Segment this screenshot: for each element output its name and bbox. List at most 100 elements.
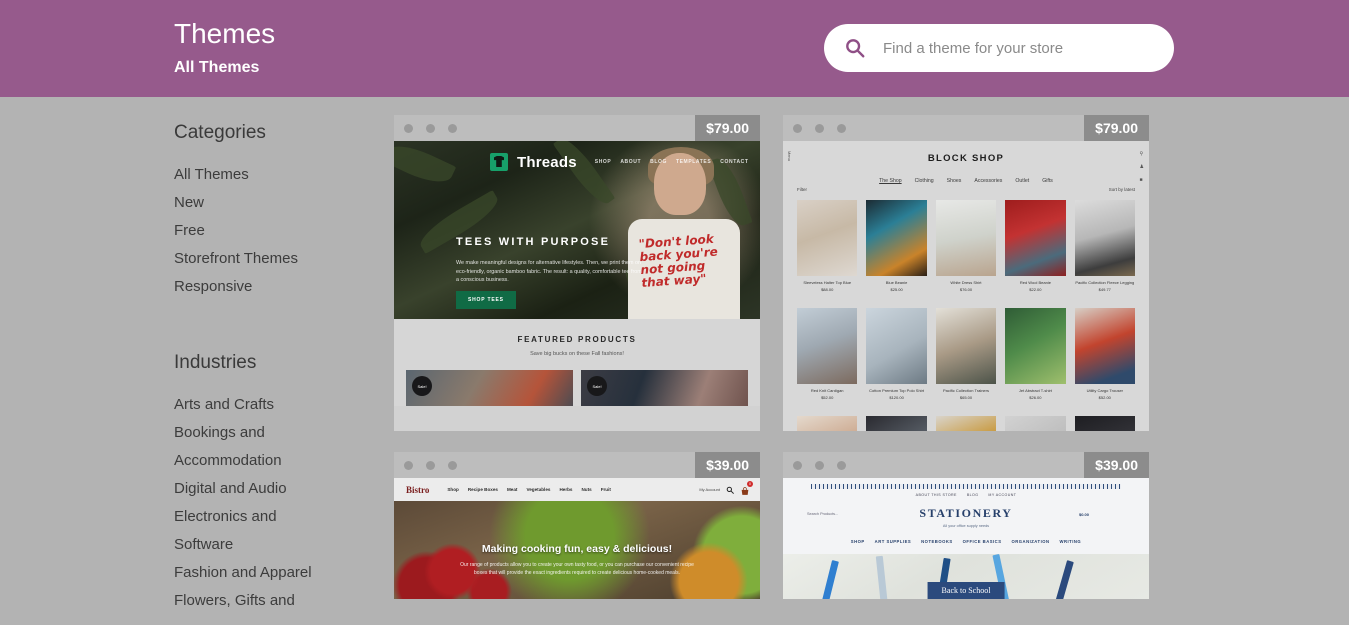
window-dot-icon bbox=[404, 460, 413, 470]
nav-link-art-supplies[interactable]: ART SUPPLIES bbox=[875, 539, 911, 544]
tshirt-logo-icon bbox=[490, 153, 508, 171]
nav-link-writing[interactable]: WRITING bbox=[1060, 539, 1082, 544]
nav-link-recipe-boxes[interactable]: Recipe Boxes bbox=[468, 487, 498, 492]
header-titles: Themes All Themes bbox=[174, 17, 275, 79]
nav-link-shop[interactable]: SHOP bbox=[595, 159, 612, 165]
page-subtitle: All Themes bbox=[174, 59, 260, 76]
product-tile[interactable]: Cotton Premium Top Polo Shirt $120.00 bbox=[866, 308, 927, 400]
product-tile[interactable]: Pacific Collection Fleece Legging $49.77 bbox=[1074, 200, 1135, 292]
product-thumbnail bbox=[866, 416, 927, 431]
theme-card-threads[interactable]: $79.00 "Don't look back you're not going… bbox=[394, 115, 760, 431]
theme-card-stationery[interactable]: $39.00 ABOUT THIS STORE BLOG MY ACCOUNT … bbox=[783, 452, 1149, 599]
product-tile[interactable]: Red Knit Cardigan $52.00 bbox=[797, 308, 858, 400]
page-title: Themes bbox=[174, 18, 276, 49]
pencil-decor bbox=[1051, 560, 1074, 599]
nav-link-outlet[interactable]: Outlet bbox=[1015, 178, 1029, 184]
nav-link-about[interactable]: ABOUT bbox=[620, 159, 641, 165]
sidebar-item-arts-and-crafts[interactable]: Arts and Crafts bbox=[174, 391, 324, 419]
theme-card-bistro[interactable]: $39.00 Bistro Shop Recipe Boxes Meat Veg… bbox=[394, 452, 760, 599]
sidebar-item-free[interactable]: Free bbox=[174, 217, 324, 245]
nav-link-office-basics[interactable]: OFFICE BASICS bbox=[963, 539, 1002, 544]
nav-link-organization[interactable]: ORGANIZATION bbox=[1012, 539, 1050, 544]
bistro-utility: My Account 0 bbox=[699, 481, 753, 495]
top-link-my-account[interactable]: MY ACCOUNT bbox=[988, 493, 1016, 497]
cart-icon[interactable]: ■ bbox=[1140, 177, 1144, 183]
product-tile[interactable]: Blue Beanie $25.00 bbox=[866, 200, 927, 292]
nav-link-vegetables[interactable]: Vegetables bbox=[526, 487, 550, 492]
nav-link-meat[interactable]: Meat bbox=[507, 487, 517, 492]
product-price: $52.00 bbox=[821, 395, 834, 400]
product-thumbnail bbox=[797, 308, 858, 384]
product-tile[interactable]: Sleeveless Halter Top Blue $88.00 bbox=[797, 200, 858, 292]
product-tile[interactable] bbox=[935, 416, 997, 431]
theme-preview-threads: "Don't look back you're not going that w… bbox=[394, 141, 760, 406]
nav-link-notebooks[interactable]: NOTEBOOKS bbox=[921, 539, 953, 544]
nav-link-herbs[interactable]: Herbs bbox=[559, 487, 572, 492]
nav-link-gifts[interactable]: Gifts bbox=[1042, 178, 1053, 184]
nav-link-fruit[interactable]: Fruit bbox=[601, 487, 611, 492]
featured-product-image[interactable]: Sale! bbox=[581, 370, 748, 406]
nav-link-clothing[interactable]: Clothing bbox=[915, 178, 934, 184]
sidebar-item-electronics-and-software[interactable]: Electronics and Software bbox=[174, 503, 324, 559]
product-tile[interactable]: White Dress Shirt $76.00 bbox=[935, 200, 997, 292]
sidebar-item-all-themes[interactable]: All Themes bbox=[174, 161, 324, 189]
product-tile[interactable]: Jet Abstract T-shirt $26.00 bbox=[1005, 308, 1066, 400]
nav-link-templates[interactable]: TEMPLATES bbox=[676, 159, 711, 165]
product-thumbnail bbox=[1074, 416, 1135, 431]
product-thumbnail bbox=[1074, 200, 1135, 276]
product-thumbnail bbox=[866, 200, 927, 276]
nav-link-nuts[interactable]: Nuts bbox=[581, 487, 591, 492]
product-tile[interactable] bbox=[1074, 416, 1135, 431]
product-tile[interactable]: Pacific Collection Trainers $65.00 bbox=[935, 308, 997, 400]
sort-label[interactable]: Sort by latest bbox=[1109, 187, 1135, 192]
block-shop-navbar: The Shop Clothing Shoes Accessories Outl… bbox=[797, 178, 1135, 184]
stationery-hero: Back to School bbox=[783, 554, 1149, 599]
search-icon[interactable] bbox=[726, 486, 734, 494]
nav-link-the-shop[interactable]: The Shop bbox=[879, 178, 902, 184]
nav-link-blog[interactable]: BLOG bbox=[650, 159, 667, 165]
page-header: Themes All Themes bbox=[0, 0, 1349, 97]
stationery-cart-total[interactable]: $0.00 bbox=[1079, 512, 1089, 517]
sidebar-item-storefront-themes[interactable]: Storefront Themes bbox=[174, 245, 324, 273]
product-tile[interactable] bbox=[1005, 416, 1066, 431]
search-bar[interactable] bbox=[824, 24, 1174, 72]
theme-preview-bistro: Bistro Shop Recipe Boxes Meat Vegetables… bbox=[394, 478, 760, 599]
bistro-hero-title: Making cooking fun, easy & delicious! bbox=[481, 543, 673, 555]
account-link[interactable]: My Account bbox=[699, 487, 720, 492]
shop-tees-button[interactable]: SHOP TEES bbox=[456, 291, 516, 309]
product-name: Blue Beanie bbox=[885, 280, 908, 285]
nav-link-shoes[interactable]: Shoes bbox=[947, 178, 962, 184]
product-thumbnail bbox=[935, 200, 997, 276]
product-name: Red Knit Cardigan bbox=[810, 388, 844, 393]
product-tile[interactable] bbox=[797, 416, 858, 431]
sidebar-item-responsive[interactable]: Responsive bbox=[174, 273, 324, 301]
product-tile[interactable]: Utility Cargo Trouser $52.00 bbox=[1074, 308, 1135, 400]
nav-link-shop[interactable]: Shop bbox=[447, 487, 458, 492]
sidebar-item-fashion-and-apparel[interactable]: Fashion and Apparel bbox=[174, 559, 324, 587]
search-input[interactable] bbox=[881, 38, 1151, 58]
cart-icon[interactable]: 0 bbox=[740, 481, 753, 495]
sidebar-item-new[interactable]: New bbox=[174, 189, 324, 217]
top-link-blog[interactable]: BLOG bbox=[967, 493, 979, 497]
menu-rail-label[interactable]: Menu bbox=[787, 151, 792, 161]
product-name: White Dress Shirt bbox=[950, 280, 982, 285]
window-dot-icon bbox=[448, 460, 457, 470]
product-tile[interactable] bbox=[866, 416, 927, 431]
bistro-hero-body: Our range of products allow you to creat… bbox=[460, 562, 694, 576]
product-name: Pacific Collection Trainers bbox=[942, 388, 989, 393]
nav-link-shop[interactable]: SHOP bbox=[851, 539, 865, 544]
theme-card-block-shop[interactable]: $79.00 Menu ⚲ ♟ ■ BLOCK SHOP Filter Sort… bbox=[783, 115, 1149, 431]
nav-link-accessories[interactable]: Accessories bbox=[974, 178, 1002, 184]
search-icon[interactable]: ⚲ bbox=[1140, 151, 1144, 157]
product-tile[interactable]: Red Wool Beanie $22.00 bbox=[1005, 200, 1066, 292]
sidebar-item-digital-and-audio[interactable]: Digital and Audio bbox=[174, 475, 324, 503]
stationery-search[interactable]: Search Products... bbox=[807, 512, 838, 516]
sidebar-item-flowers-gifts[interactable]: Flowers, Gifts and bbox=[174, 587, 324, 615]
account-icon[interactable]: ♟ bbox=[1140, 164, 1144, 170]
price-badge: $39.00 bbox=[1084, 452, 1149, 478]
nav-link-contact[interactable]: CONTACT bbox=[720, 159, 748, 165]
featured-product-image[interactable]: Sale! bbox=[406, 370, 573, 406]
top-link-about[interactable]: ABOUT THIS STORE bbox=[916, 493, 957, 497]
sidebar-item-bookings-and-accommodation[interactable]: Bookings and Accommodation bbox=[174, 419, 324, 475]
filter-label[interactable]: Filter bbox=[797, 187, 807, 192]
